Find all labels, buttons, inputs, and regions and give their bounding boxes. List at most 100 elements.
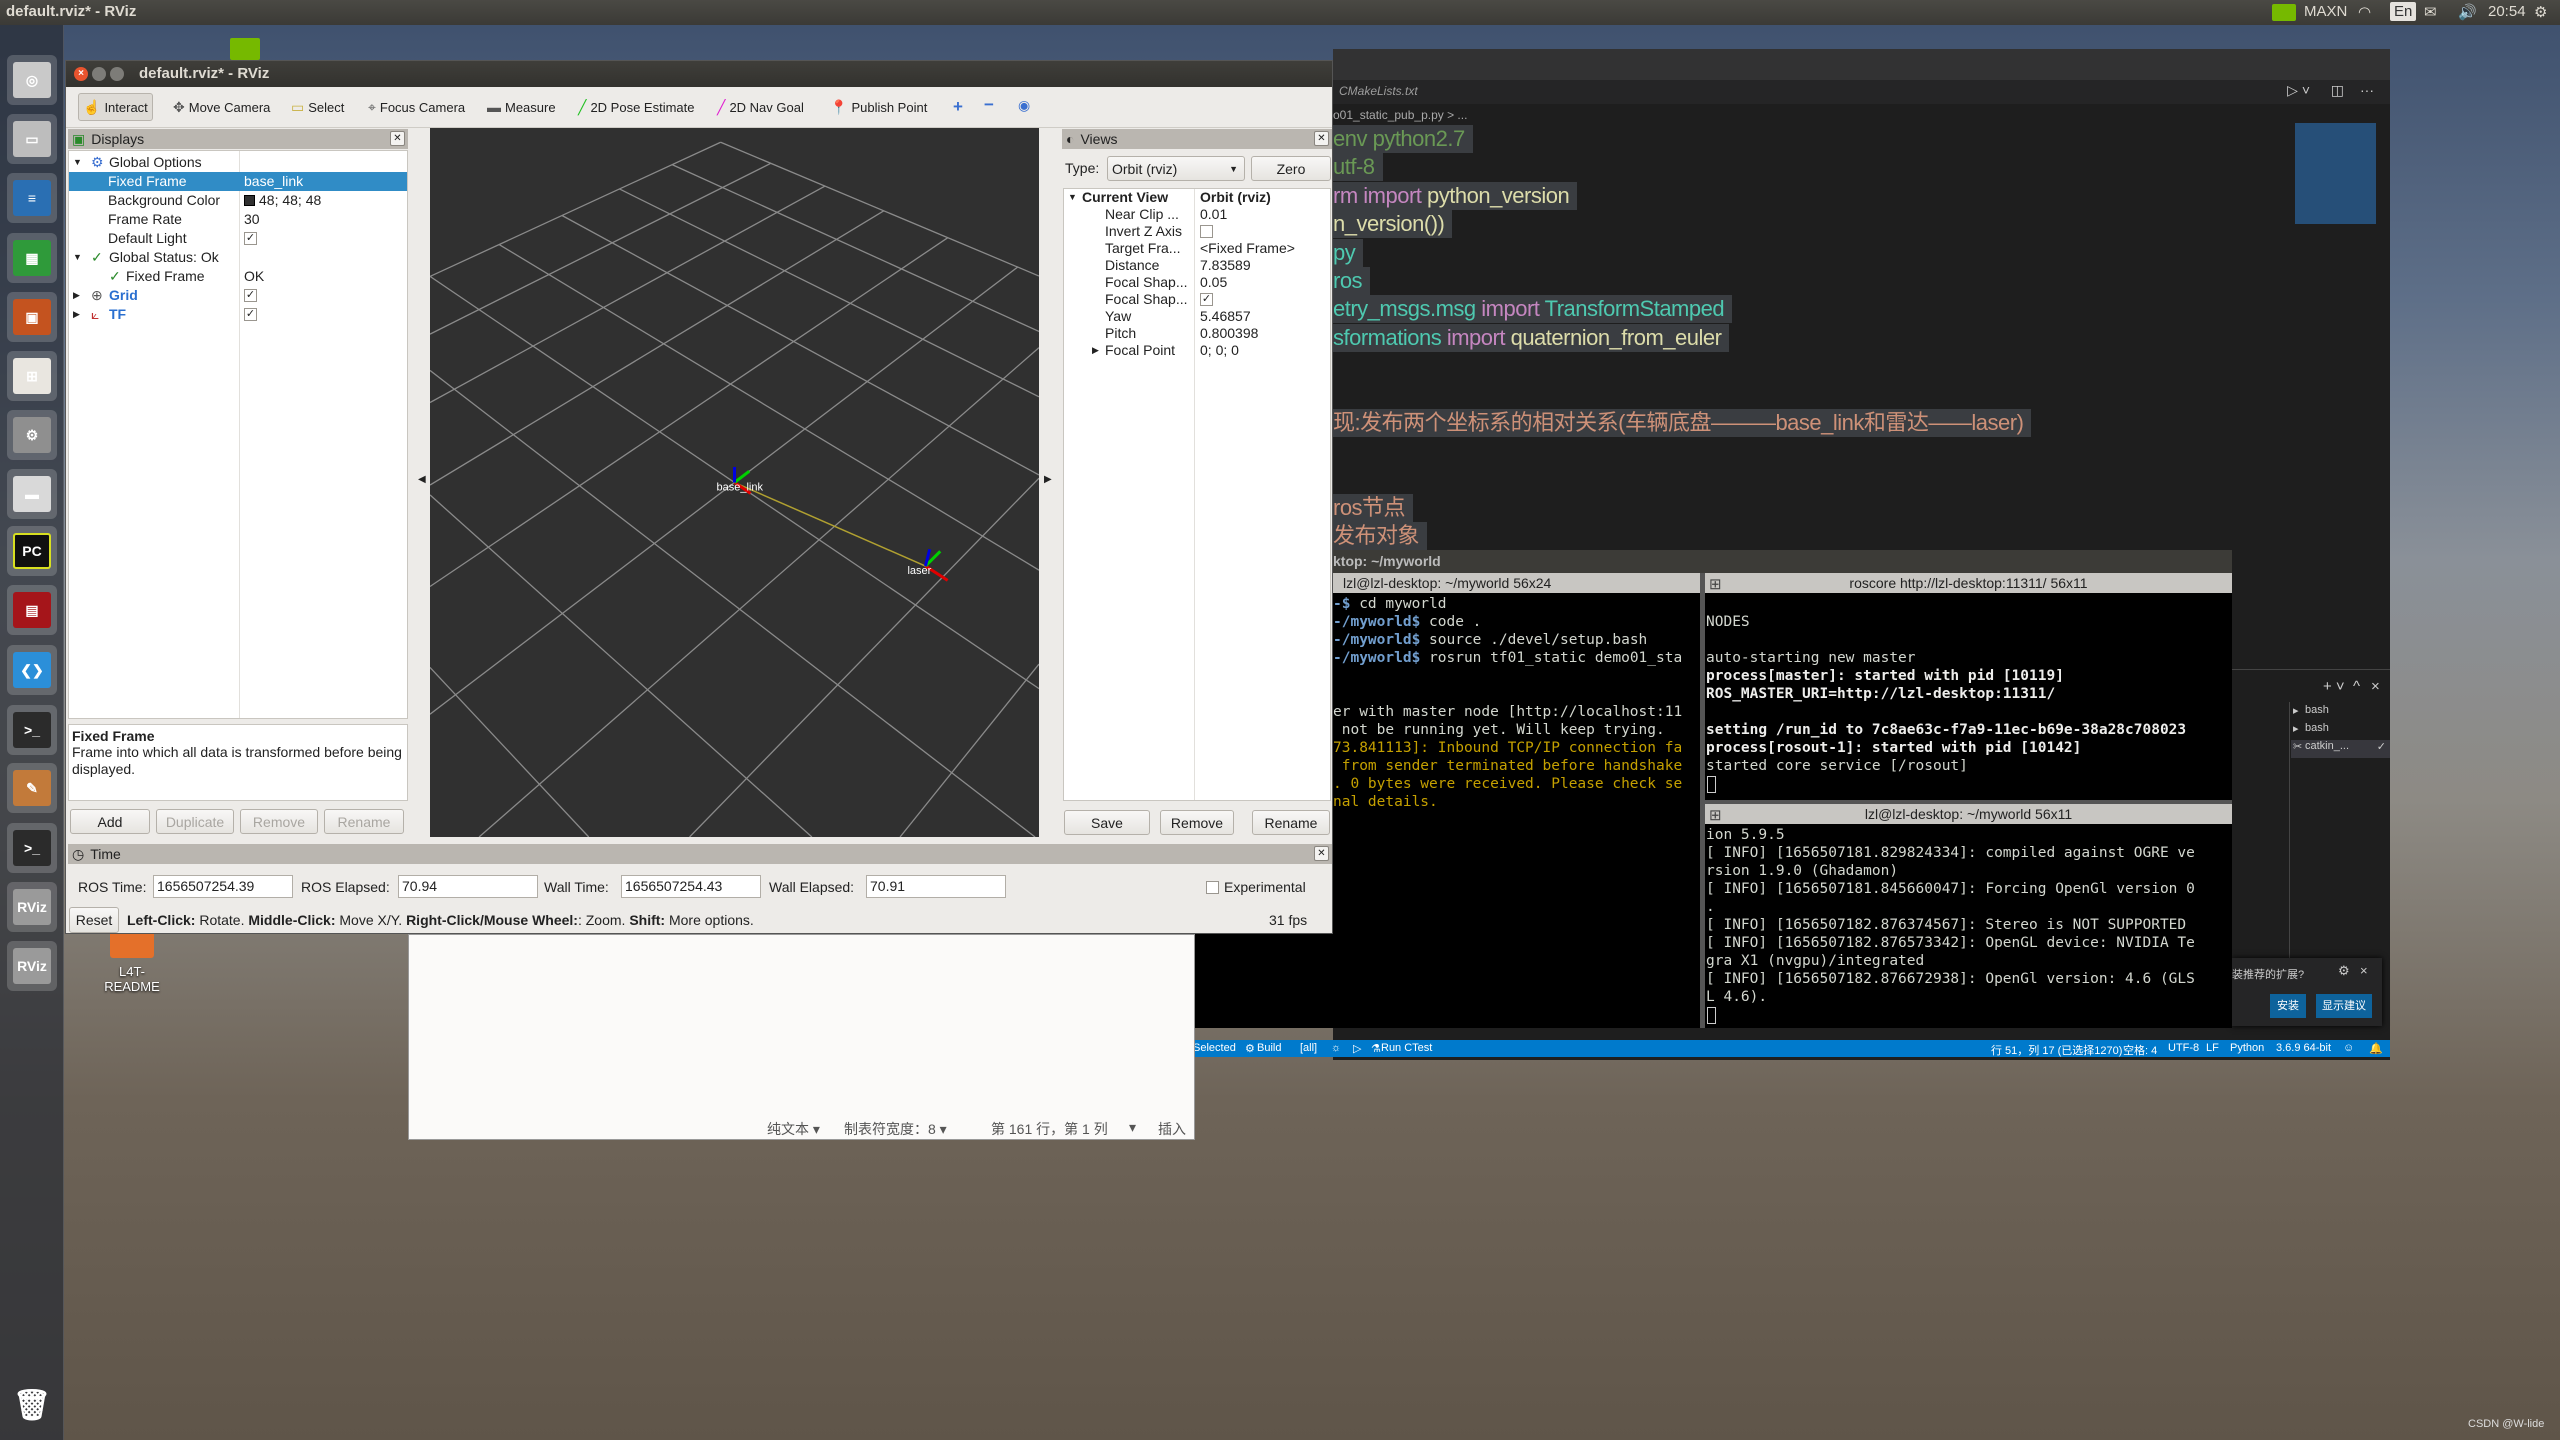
close-panel-button[interactable]: ✕ bbox=[390, 131, 405, 146]
launcher-vscode[interactable]: ❮❯ bbox=[7, 645, 57, 695]
wall-elapsed-field[interactable]: 70.91 bbox=[866, 875, 1006, 898]
tab-cmakelists[interactable]: CMakeLists.txt bbox=[1339, 84, 1418, 98]
launcher-libreoffice-impress[interactable]: ▣ bbox=[7, 292, 57, 342]
status-selected[interactable]: Selected bbox=[1193, 1042, 1236, 1054]
code-line[interactable]: rm import python_version bbox=[1333, 182, 1578, 210]
ros-elapsed-field[interactable]: 70.94 bbox=[398, 875, 538, 898]
code-line[interactable]: env python2.7 bbox=[1333, 125, 1473, 153]
zero-button[interactable]: Zero bbox=[1251, 156, 1331, 181]
run-ctest-button[interactable]: Run CTest bbox=[1381, 1042, 1432, 1054]
prop-checkbox[interactable]: ✓ bbox=[1200, 293, 1213, 306]
view-prop-invert-z[interactable]: Invert Z Axis bbox=[1064, 223, 1330, 240]
launcher-text-editor[interactable]: ✎ bbox=[7, 763, 57, 813]
build-target[interactable]: [all] bbox=[1300, 1042, 1317, 1054]
terminal-list-item[interactable]: ✂ catkin_... ✓ bbox=[2291, 740, 2390, 758]
enabled-checkbox[interactable]: ✓ bbox=[244, 232, 257, 245]
view-prop-yaw[interactable]: Yaw 5.46857 bbox=[1064, 308, 1330, 325]
close-window-button[interactable]: × bbox=[74, 67, 88, 81]
tool-select[interactable]: ▭ Select bbox=[287, 93, 348, 121]
install-button[interactable]: 安装 bbox=[2270, 994, 2306, 1018]
launcher-software-center[interactable]: ⊞ bbox=[7, 351, 57, 401]
prop-value[interactable]: 0.800398 bbox=[1200, 325, 1258, 342]
prop-value[interactable]: 5.46857 bbox=[1200, 308, 1251, 325]
prop-value[interactable]: 0.05 bbox=[1200, 274, 1227, 291]
tab-width-selector[interactable]: 制表符宽度：8 ▾ bbox=[844, 1119, 947, 1139]
launcher-app-red[interactable]: ▤ bbox=[7, 585, 57, 635]
collapse-left-dock-icon[interactable]: ◀ bbox=[418, 474, 426, 485]
code-line[interactable]: utf-8 bbox=[1333, 153, 1383, 181]
run-icon[interactable]: ▷ bbox=[1353, 1042, 1361, 1055]
launcher-ubuntu-dash[interactable]: ◎ bbox=[7, 55, 57, 105]
displays-tree[interactable]: ▼ ⚙ Global Options Fixed Frame base_link Back… bbox=[68, 150, 408, 719]
display-row-grid[interactable]: ▶ ⊕ Grid ✓ bbox=[69, 286, 407, 305]
tool-interact[interactable]: ☝ Interact bbox=[78, 93, 153, 121]
desktop-icon-label[interactable]: L4T- README bbox=[92, 964, 172, 994]
display-row-default-light[interactable]: Default Light ✓ bbox=[69, 229, 407, 248]
launcher-files[interactable]: ▭ bbox=[7, 114, 57, 164]
display-row-background-color[interactable]: Background Color 48; 48; 48 bbox=[69, 191, 407, 210]
split-editor-icon[interactable]: ◫ bbox=[2331, 82, 2344, 99]
code-line[interactable]: 发布对象 bbox=[1333, 522, 1428, 550]
prop-value[interactable]: 0.01 bbox=[1200, 206, 1227, 223]
display-row-tf[interactable]: ▶ ⟀ TF ✓ bbox=[69, 305, 407, 324]
wifi-icon[interactable]: ◠ bbox=[2358, 3, 2371, 21]
launcher-system-settings[interactable]: ⚙ bbox=[7, 410, 57, 460]
launcher-rviz[interactable]: RViz bbox=[7, 882, 57, 932]
mail-icon[interactable]: ✉ bbox=[2424, 3, 2437, 21]
terminal-list-item[interactable]: ▸ bash bbox=[2291, 722, 2390, 740]
expand-arrow-icon[interactable]: ▼ bbox=[73, 153, 82, 172]
flask-icon[interactable]: ⚗ bbox=[1371, 1042, 1381, 1055]
expand-arrow-icon[interactable]: ▼ bbox=[73, 248, 82, 267]
launcher-pycharm[interactable]: PC bbox=[7, 526, 57, 576]
nvidia-icon[interactable] bbox=[2272, 4, 2296, 21]
add-tool-icon[interactable]: + bbox=[953, 97, 963, 117]
position-dropdown[interactable]: ▾ bbox=[1129, 1119, 1136, 1136]
remove-view-button[interactable]: Remove bbox=[1160, 810, 1234, 835]
display-row-fixed-frame[interactable]: ✓ Fixed Frame OK bbox=[69, 267, 407, 286]
rename-view-button[interactable]: Rename bbox=[1252, 810, 1330, 835]
view-prop-distance[interactable]: Distance 7.83589 bbox=[1064, 257, 1330, 274]
display-value[interactable]: 48; 48; 48 bbox=[259, 191, 321, 210]
launcher-terminal[interactable]: >_ bbox=[7, 823, 57, 873]
bell-icon[interactable]: 🔔 bbox=[2369, 1042, 2383, 1055]
code-line[interactable]: py bbox=[1333, 239, 1364, 267]
duplicate-display-button[interactable]: Duplicate bbox=[156, 809, 234, 834]
pane-menu-icon[interactable]: ⊞ bbox=[1709, 575, 1722, 593]
code-line[interactable]: 现:发布两个坐标系的相对关系(车辆底盘———base_link和雷达——lase… bbox=[1333, 409, 2032, 437]
launcher-trash[interactable]: 🗑 bbox=[7, 1380, 57, 1430]
maximize-panel-icon[interactable]: ^ bbox=[2353, 678, 2360, 695]
terminal-window[interactable]: ktop: ~/myworld lzl@lzl-desktop: ~/mywor… bbox=[1184, 550, 2232, 1028]
encoding[interactable]: UTF-8 bbox=[2168, 1042, 2199, 1054]
view-prop-focal-shape-fixed[interactable]: Focal Shap... ✓ bbox=[1064, 291, 1330, 308]
indentation[interactable]: 空格: 4 bbox=[2123, 1042, 2157, 1058]
gear-icon[interactable]: ⚙ bbox=[2338, 963, 2350, 979]
breadcrumb[interactable]: o01_static_pub_p.py > ... bbox=[1333, 108, 1467, 122]
prop-value[interactable]: 0; 0; 0 bbox=[1200, 342, 1239, 359]
readme-file-icon[interactable] bbox=[110, 930, 154, 958]
tool-publish-point[interactable]: 📍 Publish Point bbox=[826, 93, 931, 121]
reset-button[interactable]: Reset bbox=[69, 907, 119, 933]
remove-tool-icon[interactable]: − bbox=[984, 95, 994, 115]
input-method-indicator[interactable]: En bbox=[2390, 2, 2417, 21]
code-line[interactable]: ros bbox=[1333, 267, 1371, 295]
3d-viewport[interactable]: base_linklaser bbox=[430, 128, 1039, 837]
launcher-libreoffice-writer[interactable]: ≡ bbox=[7, 173, 57, 223]
tool-measure[interactable]: ▬ Measure bbox=[483, 93, 560, 121]
close-icon[interactable]: × bbox=[2360, 963, 2368, 978]
code-line[interactable]: ros节点 bbox=[1333, 494, 1414, 522]
expand-arrow-icon[interactable]: ▼ bbox=[1068, 189, 1077, 206]
insert-mode[interactable]: 插入 bbox=[1158, 1119, 1186, 1139]
enabled-checkbox[interactable]: ✓ bbox=[244, 289, 257, 302]
collapse-arrow-icon[interactable]: ▶ bbox=[73, 286, 80, 305]
save-view-button[interactable]: Save bbox=[1064, 810, 1150, 835]
more-actions-icon[interactable]: ··· bbox=[2360, 82, 2374, 98]
clock[interactable]: 20:54 bbox=[2488, 3, 2526, 20]
view-prop-focal-shape-size[interactable]: Focal Shap... 0.05 bbox=[1064, 274, 1330, 291]
launcher-disks[interactable]: ▬ bbox=[7, 469, 57, 519]
tool-2d-nav-goal[interactable]: ╱ 2D Nav Goal bbox=[713, 93, 808, 121]
prop-value[interactable]: 7.83589 bbox=[1200, 257, 1251, 274]
rename-display-button[interactable]: Rename bbox=[324, 809, 404, 834]
display-row-global-options[interactable]: ▼ ⚙ Global Options bbox=[69, 153, 407, 172]
launcher-libreoffice-calc[interactable]: ▦ bbox=[7, 233, 57, 283]
view-prop-near-clip[interactable]: Near Clip ... 0.01 bbox=[1064, 206, 1330, 223]
